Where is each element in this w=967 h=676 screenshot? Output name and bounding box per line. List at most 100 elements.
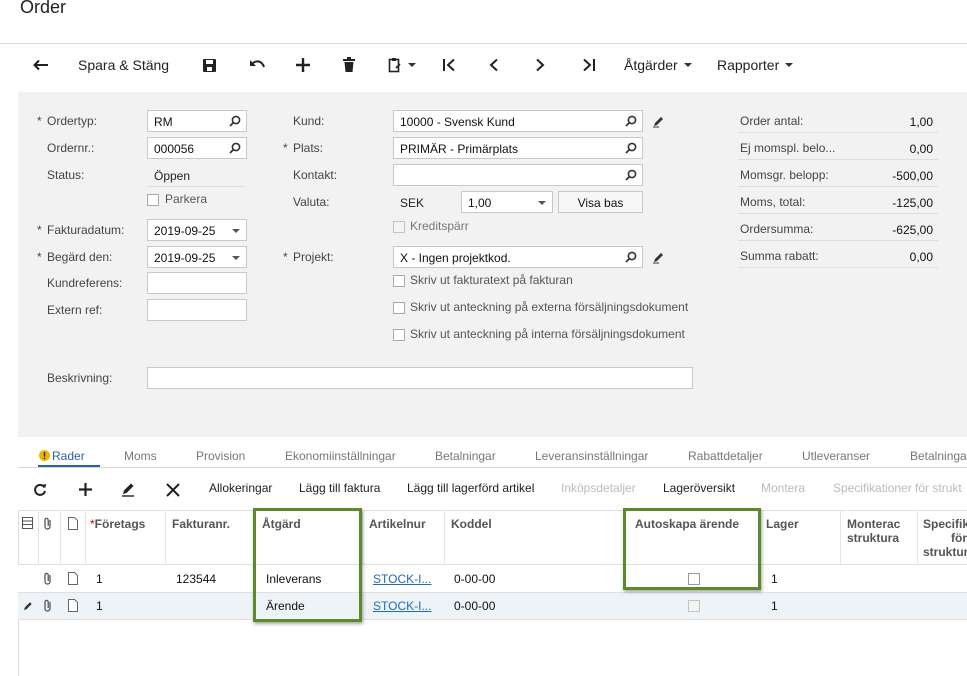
tab-ekonomiinstallningar[interactable]: Ekonomiinställningar [285,449,396,463]
next-record-button[interactable] [534,52,546,78]
tab-rabattdetaljer[interactable]: Rabattdetaljer [688,449,763,463]
purchase-details-button[interactable]: Inköpsdetaljer [561,481,636,495]
total-value: 0,00 [909,250,933,264]
tab-provision[interactable]: Provision [196,449,245,463]
external-ref-input[interactable] [147,299,247,321]
auto-create-case-checkbox[interactable] [688,600,700,612]
actions-menu[interactable]: Åtgärder [624,52,692,78]
dropdown-arrow-icon[interactable] [538,201,546,205]
contact-input[interactable] [393,164,643,186]
back-arrow-icon [33,59,48,71]
attachment-icon[interactable] [43,572,53,585]
add-stock-item-button[interactable]: Lägg till lagerförd artikel [407,481,534,495]
col-assembly-structure[interactable]: Monterac struktura [847,517,900,545]
cell-company[interactable]: 1 [96,599,103,613]
invoice-date-label: Fakturadatum: [47,223,125,237]
delete-button[interactable] [342,52,356,78]
orderno-input[interactable]: 000056 [147,137,247,159]
dropdown-arrow-icon[interactable] [232,256,240,260]
specs-button[interactable]: Specifikationer för strukt [833,481,962,495]
cell-invoice-no[interactable]: 123544 [176,572,216,586]
location-input[interactable]: PRIMÄR - Primärplats [393,137,643,159]
trash-icon [343,57,355,72]
add-button[interactable] [296,52,310,78]
contact-label: Kontakt: [293,168,338,182]
cell-warehouse[interactable]: 1 [771,599,778,613]
view-base-button[interactable]: Visa bas [558,191,643,213]
cell-account-code[interactable]: 0-00-00 [454,599,495,613]
tab-rader[interactable]: Rader [52,449,85,463]
col-account-code[interactable]: Koddel [451,517,492,531]
add-invoice-button[interactable]: Lägg till faktura [299,481,380,495]
print-note-external-checkbox[interactable] [393,302,405,314]
orderno-label: Ordernr.: [47,141,95,155]
undo-button[interactable] [248,52,266,78]
print-note-external-label: Skriv ut anteckning på externa försäljni… [410,300,689,314]
chevron-down-icon [683,63,692,67]
cell-account-code[interactable]: 0-00-00 [454,572,495,586]
inventory-summary-button[interactable]: Lageröversikt [663,481,735,495]
tab-utleveranser[interactable]: Utleveranser [802,449,870,463]
note-icon[interactable] [68,599,78,612]
note-icon[interactable] [68,572,78,585]
total-value: 0,00 [909,142,933,156]
col-company[interactable]: *Företags [90,517,145,531]
edit-row-icon[interactable] [121,482,136,497]
print-note-internal-checkbox[interactable] [393,329,405,341]
cell-item-link[interactable]: STOCK-I... [373,572,431,586]
project-input[interactable]: X - Ingen projektkod. [393,246,643,268]
requested-on-input[interactable]: 2019-09-25 [147,246,247,268]
invoice-date-input[interactable]: 2019-09-25 [147,219,247,241]
col-invoice-no[interactable]: Fakturanr. [172,517,230,531]
currency-code: SEK [400,196,425,210]
search-icon[interactable] [625,251,637,263]
search-icon[interactable] [229,115,241,127]
currency-rate-select[interactable]: 1,00 [461,191,553,213]
last-record-button[interactable] [580,52,596,78]
col-warehouse[interactable]: Lager [766,517,799,531]
customer-ref-input[interactable] [147,272,247,294]
columns-config-icon[interactable] [22,517,33,529]
search-icon[interactable] [229,142,241,154]
print-note-internal-label: Skriv ut anteckning på interna försäljni… [410,327,685,341]
save-close-button[interactable]: Spara & Stäng [78,52,169,78]
description-label: Beskrivning: [47,371,113,385]
total-label: Ej momspl. belo... [740,141,836,155]
ordertype-input[interactable]: RM [147,110,247,132]
description-input[interactable] [147,367,693,389]
cell-company[interactable]: 1 [96,572,103,586]
reports-menu[interactable]: Rapporter [717,52,794,78]
assembly-button[interactable]: Montera [761,481,805,495]
search-icon[interactable] [625,115,637,127]
attachment-icon[interactable] [43,599,53,612]
print-invoice-text-checkbox[interactable] [393,275,405,287]
copy-paste-button[interactable] [388,52,416,78]
search-icon[interactable] [625,142,637,154]
add-row-icon[interactable] [79,483,92,496]
search-icon[interactable] [625,169,637,181]
customer-input[interactable]: 10000 - Svensk Kund [393,110,643,132]
tab-betalningar[interactable]: Betalningar [435,449,496,463]
cell-warehouse[interactable]: 1 [771,572,778,586]
warning-icon [39,450,50,461]
hold-checkbox[interactable] [147,194,159,206]
dropdown-arrow-icon[interactable] [232,229,240,233]
tab-betalningar-2[interactable]: Betalninga [910,449,967,463]
allocations-button[interactable]: Allokeringar [209,481,272,495]
col-specs-structure[interactable]: Specifik för struktur [923,517,967,559]
last-icon [583,58,595,72]
previous-record-button[interactable] [488,52,500,78]
save-button[interactable] [202,52,217,78]
delete-row-icon[interactable] [166,483,180,497]
edit-pencil-icon[interactable] [652,251,665,264]
col-item-no[interactable]: Artikelnur [369,517,426,531]
back-button[interactable] [32,52,50,78]
first-record-button[interactable] [442,52,458,78]
credit-hold-checkbox[interactable] [393,221,405,233]
attachment-icon [44,517,51,530]
tab-leveransinstallningar[interactable]: Leveransinställningar [535,449,648,463]
tab-moms[interactable]: Moms [124,449,157,463]
cell-item-link[interactable]: STOCK-I... [373,599,431,613]
refresh-icon[interactable] [33,483,47,497]
edit-pencil-icon[interactable] [652,115,665,128]
